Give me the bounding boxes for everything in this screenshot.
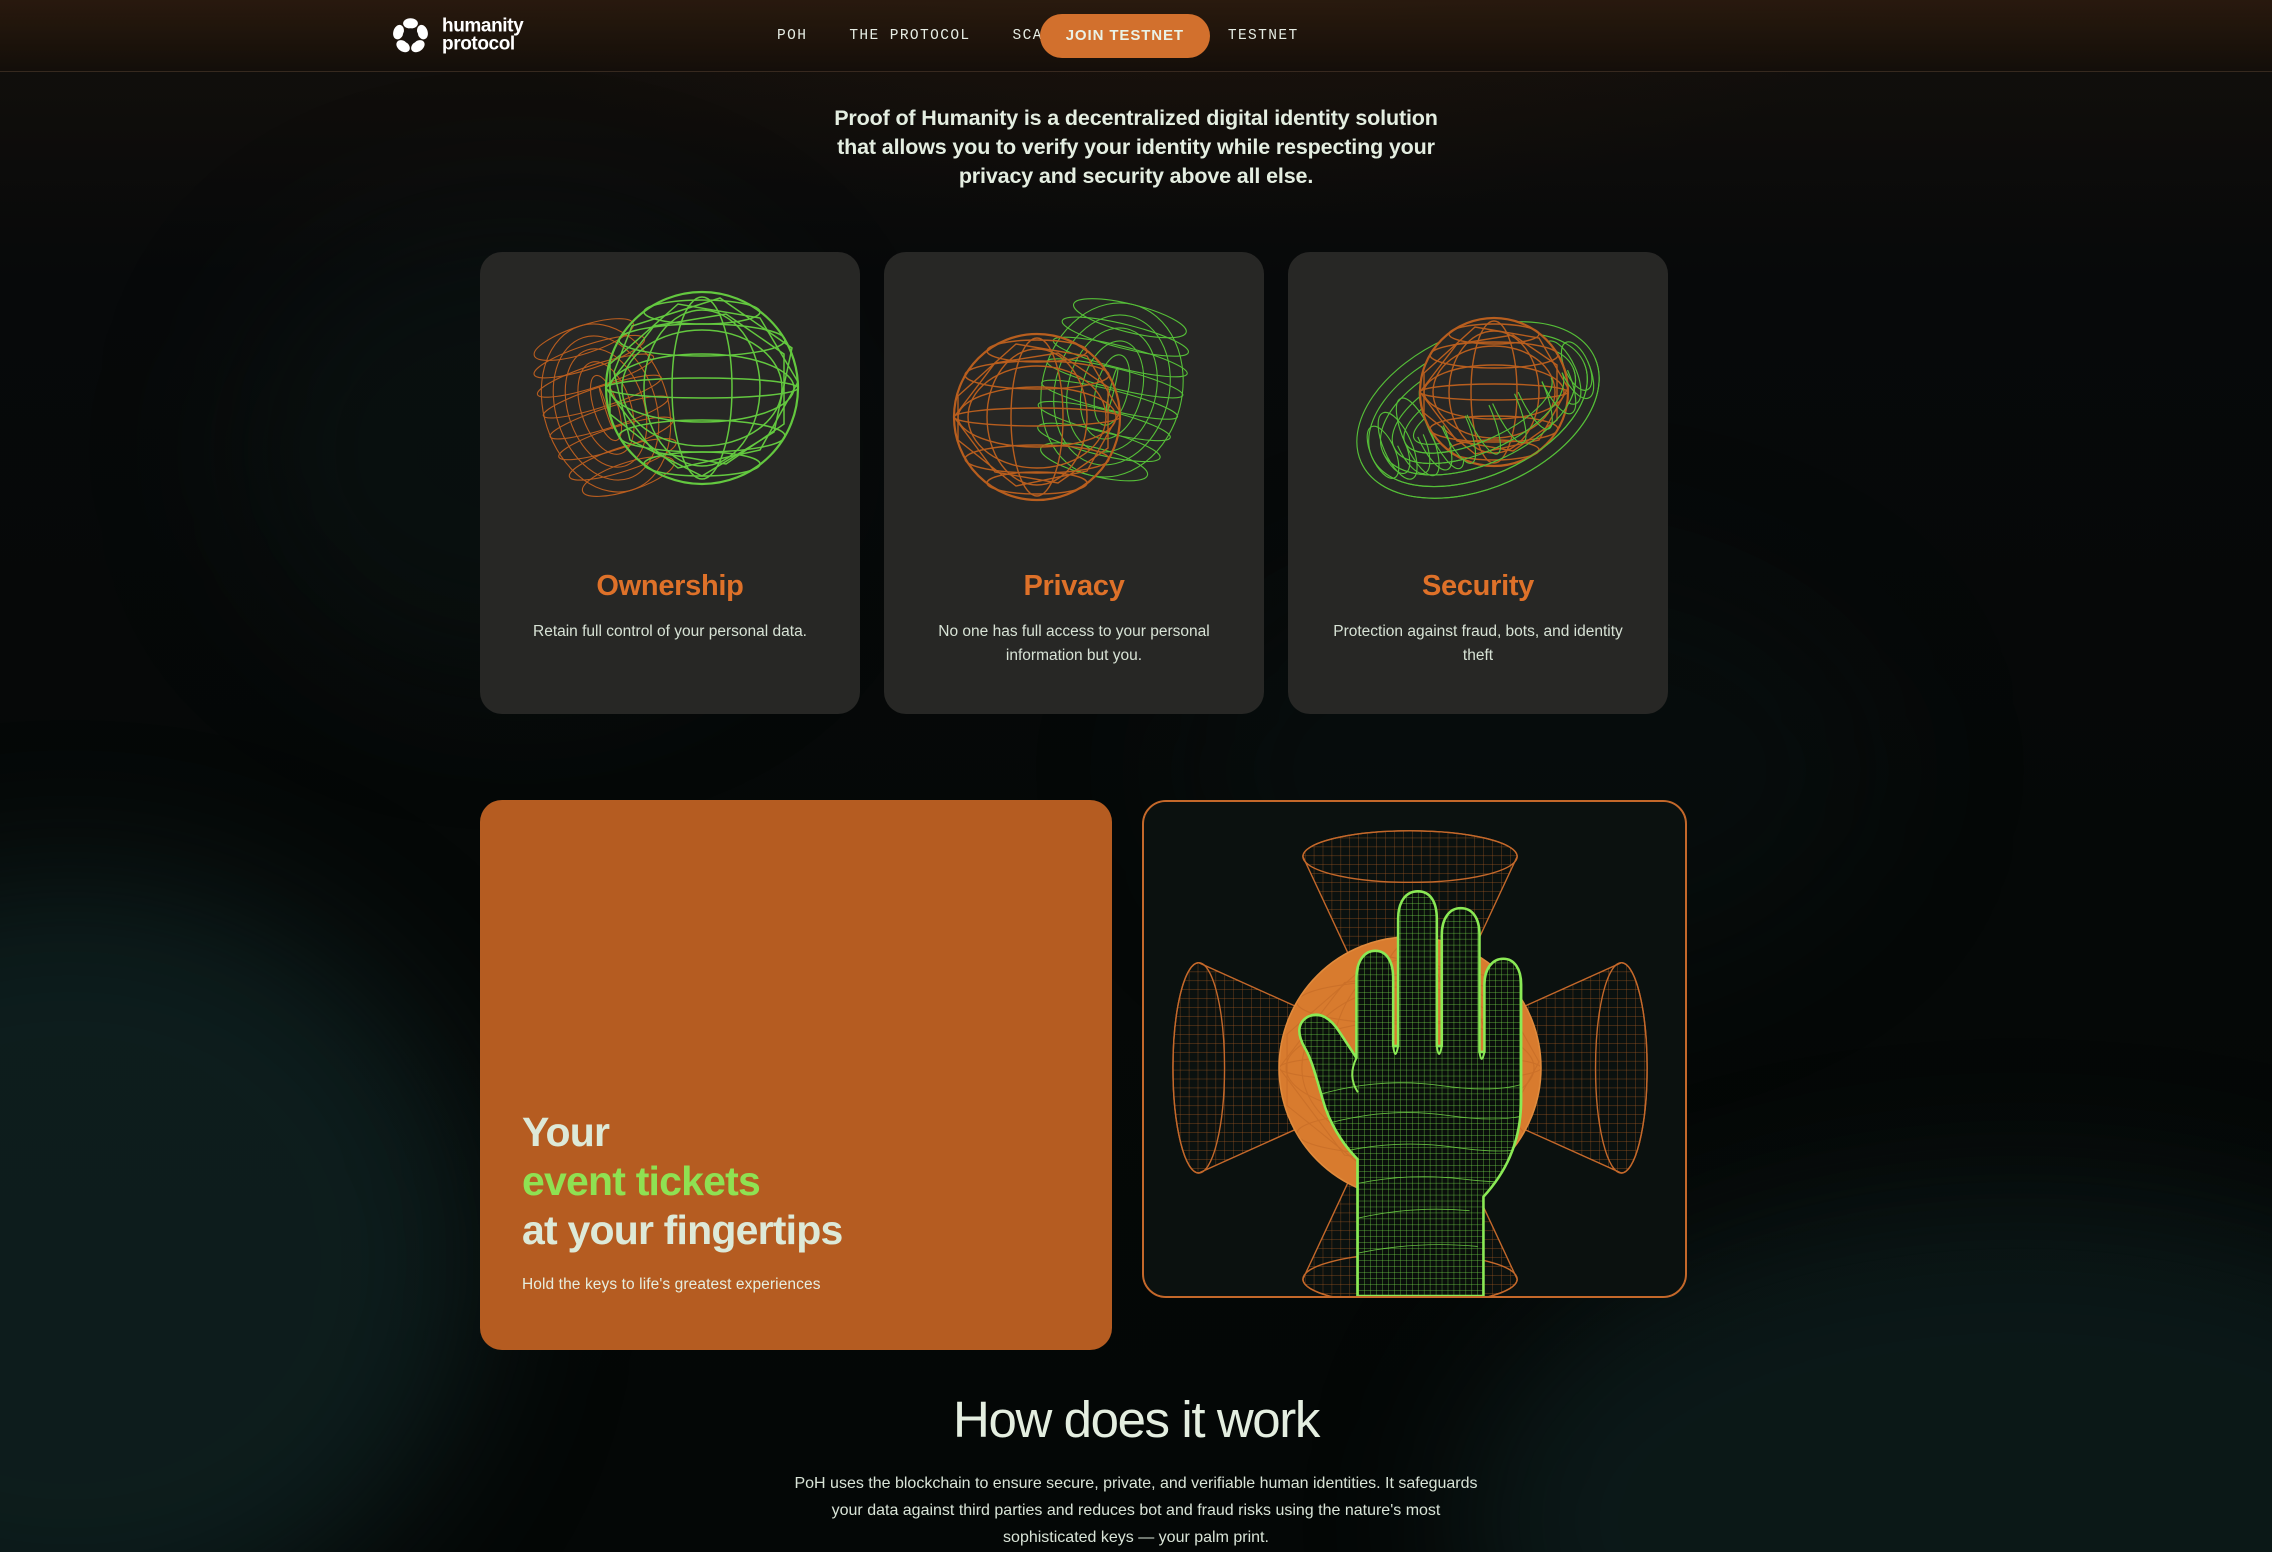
primary-navigation: POH THE PROTOCOL SCANNERS LEARN TESTNET [775, 22, 1301, 50]
heading-line-3: at your fingertips [522, 1207, 843, 1253]
page-content: Proof of Humanity is a decentralized dig… [0, 0, 2272, 1552]
hero-paragraph: Proof of Humanity is a decentralized dig… [834, 106, 1438, 188]
feature-description: Retain full control of your personal dat… [533, 623, 807, 640]
event-tickets-panel[interactable]: Your event tickets at your fingertips Ho… [480, 800, 1112, 1350]
how-it-works-title: How does it work [953, 1391, 1320, 1448]
feature-card-row: Ownership Retain full control of your pe… [480, 252, 1668, 714]
humanity-petal-ring-logo-icon [393, 17, 428, 52]
event-tickets-text-block: Your event tickets at your fingertips Ho… [522, 1108, 843, 1294]
feature-description: No one has full access to your personal … [938, 623, 1210, 664]
wireframe-orange-sphere-inside-green-torus-icon [1356, 316, 1600, 499]
wireframe-sphere-orange-with-green-torus-icon [952, 298, 1189, 502]
feature-description: Protection against fraud, bots, and iden… [1333, 623, 1623, 664]
feature-title: Security [1421, 570, 1535, 602]
nav-item-the-protocol[interactable]: THE PROTOCOL [847, 22, 972, 50]
brand-logo-link[interactable]: humanity protocol [392, 15, 524, 55]
feature-title: Privacy [1023, 570, 1125, 602]
wireframe-sphere-green-with-orange-torus-icon [533, 290, 800, 497]
heading-line-1: Your [522, 1109, 610, 1155]
site-header: humanity protocol POH THE PROTOCOL SCANN… [0, 0, 2272, 72]
nav-item-poh[interactable]: POH [775, 22, 809, 50]
feature-card-privacy[interactable]: Privacy No one has full access to your p… [884, 252, 1264, 714]
brand-wordmark: humanity protocol [442, 15, 524, 55]
join-testnet-button[interactable]: JOIN TESTNET [1039, 13, 1210, 58]
feature-card-security[interactable]: Security Protection against fraud, bots,… [1288, 252, 1668, 714]
nav-item-testnet[interactable]: TESTNET [1226, 22, 1301, 50]
wireframe-green-hand-on-orange-sphere-with-cones-icon [1144, 802, 1685, 1296]
feature-title: Ownership [596, 570, 744, 602]
event-tickets-heading: Your event tickets at your fingertips [522, 1108, 843, 1255]
feature-card-ownership[interactable]: Ownership Retain full control of your pe… [480, 252, 860, 714]
event-tickets-subtitle: Hold the keys to life's greatest experie… [522, 1276, 821, 1293]
heading-line-2: event tickets [522, 1158, 761, 1204]
how-it-works-paragraph: PoH uses the blockchain to ensure secure… [794, 1475, 1478, 1546]
promo-row: Your event tickets at your fingertips Ho… [480, 800, 1687, 1350]
palm-scan-art-panel[interactable] [1142, 800, 1687, 1298]
